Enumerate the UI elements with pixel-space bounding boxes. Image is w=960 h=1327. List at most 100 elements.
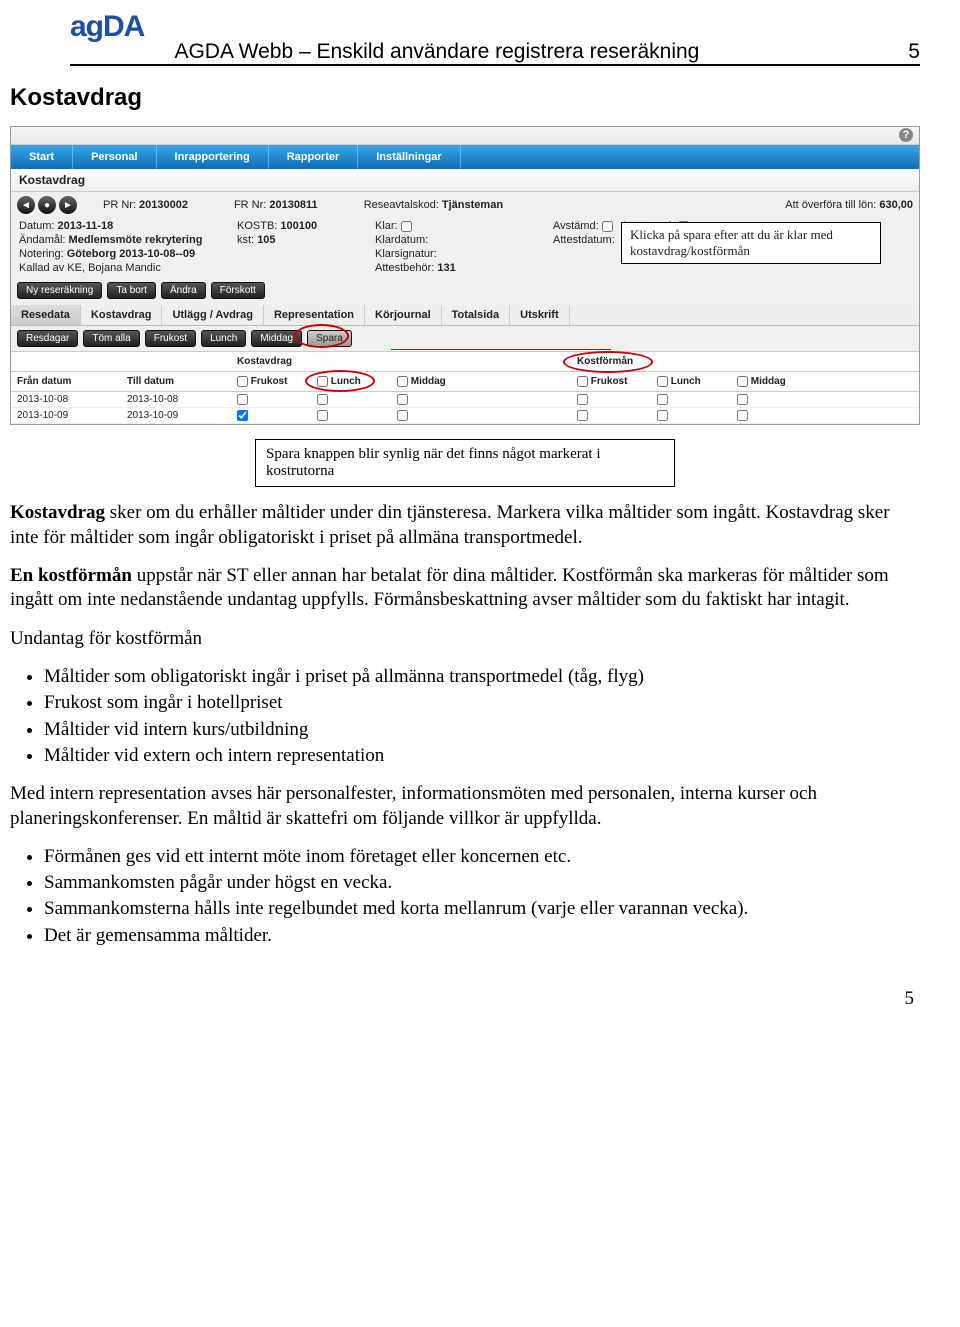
pr-nr-value: 20130002 bbox=[139, 199, 188, 211]
fr-nr-label: FR Nr: bbox=[234, 199, 266, 211]
row2-frukost1[interactable] bbox=[237, 410, 248, 421]
menu-start[interactable]: Start bbox=[11, 145, 73, 169]
list-item: Måltider vid extern och intern represent… bbox=[44, 744, 920, 768]
btn-frukost[interactable]: Frukost bbox=[145, 330, 196, 347]
table-row: 2013-10-08 2013-10-08 bbox=[11, 392, 919, 408]
p3: Undantag för kostförmån bbox=[10, 627, 920, 651]
hdr-cb-frukost2[interactable] bbox=[577, 376, 588, 387]
btn-tom-alla[interactable]: Töm alla bbox=[83, 330, 139, 347]
row1-middag2[interactable] bbox=[737, 394, 748, 405]
btn-andra[interactable]: Ändra bbox=[161, 282, 206, 299]
btn-lunch[interactable]: Lunch bbox=[201, 330, 246, 347]
logo: agDA bbox=[70, 10, 144, 44]
list-item: Måltider vid intern kurs/utbildning bbox=[44, 718, 920, 742]
row2-lunch2[interactable] bbox=[657, 410, 668, 421]
attestbehor-value: 131 bbox=[437, 262, 455, 274]
row2-middag2[interactable] bbox=[737, 410, 748, 421]
overfor-value: 630,00 bbox=[879, 199, 913, 211]
btn-ta-bort[interactable]: Ta bort bbox=[107, 282, 156, 299]
datum-label: Datum: bbox=[19, 220, 54, 232]
col-lunch2: Lunch bbox=[671, 376, 701, 387]
p4: Med intern representation avses här pers… bbox=[10, 782, 920, 831]
section-heading: Kostavdrag bbox=[10, 84, 920, 112]
list-item: Det är gemensamma måltider. bbox=[44, 924, 920, 948]
klarsignatur-label: Klarsignatur: bbox=[375, 248, 545, 260]
breadcrumb: Kostavdrag bbox=[11, 169, 919, 192]
btn-resdagar[interactable]: Resdagar bbox=[17, 330, 78, 347]
p1-bold: Kostavdrag bbox=[10, 502, 105, 523]
ul2: Förmånen ges vid ett internt möte inom f… bbox=[44, 845, 920, 948]
klar-checkbox[interactable] bbox=[401, 221, 412, 232]
window-topbar: ? bbox=[11, 127, 919, 145]
callout-spara: Klicka på spara efter att du är klar med… bbox=[621, 222, 881, 264]
list-item: Frukost som ingår i hotellpriset bbox=[44, 691, 920, 715]
kostb-value: 100100 bbox=[280, 220, 317, 232]
avtal-value: Tjänsteman bbox=[442, 199, 503, 211]
row1-lunch2[interactable] bbox=[657, 394, 668, 405]
nav-and-meta-row: ◄ ● ► PR Nr: 20130002 FR Nr: 20130811 Re… bbox=[11, 192, 919, 218]
pr-nr-label: PR Nr: bbox=[103, 199, 136, 211]
row2-to: 2013-10-09 bbox=[127, 410, 237, 421]
col-middag1: Middag bbox=[411, 376, 446, 387]
tab-bar: Resedata Kostavdrag Utlägg / Avdrag Repr… bbox=[11, 305, 919, 326]
group-kostavdrag: Kostavdrag bbox=[237, 356, 477, 367]
menu-rapporter[interactable]: Rapporter bbox=[269, 145, 359, 169]
row1-to: 2013-10-08 bbox=[127, 394, 237, 405]
p2-rest: uppstår när ST eller annan har betalat f… bbox=[10, 565, 889, 610]
list-item: Förmånen ges vid ett internt möte inom f… bbox=[44, 845, 920, 869]
annotation-line bbox=[391, 349, 611, 350]
hdr-cb-frukost1[interactable] bbox=[237, 376, 248, 387]
group-kostforman: Kostförmån bbox=[577, 356, 817, 367]
hdr-cb-middag2[interactable] bbox=[737, 376, 748, 387]
row1-lunch1[interactable] bbox=[317, 394, 328, 405]
tab-kostavdrag[interactable]: Kostavdrag bbox=[81, 305, 163, 325]
list-item: Sammankomsten pågår under högst en vecka… bbox=[44, 871, 920, 895]
andamal-label: Ändamål: bbox=[19, 234, 65, 246]
btn-ny-reserakning[interactable]: Ny reseräkning bbox=[17, 282, 102, 299]
tab-resedata[interactable]: Resedata bbox=[11, 305, 81, 325]
row2-lunch1[interactable] bbox=[317, 410, 328, 421]
row2-frukost2[interactable] bbox=[577, 410, 588, 421]
hdr-cb-middag1[interactable] bbox=[397, 376, 408, 387]
col-frukost1: Frukost bbox=[251, 376, 288, 387]
menu-installningar[interactable]: Inställningar bbox=[358, 145, 460, 169]
row1-frukost2[interactable] bbox=[577, 394, 588, 405]
p1-rest: sker om du erhåller måltider under din t… bbox=[10, 502, 890, 547]
nav-prev-icon[interactable]: ◄ bbox=[17, 196, 35, 214]
klardatum-label: Klardatum: bbox=[375, 234, 545, 246]
row2-middag1[interactable] bbox=[397, 410, 408, 421]
fr-nr-value: 20130811 bbox=[269, 199, 317, 211]
col-to: Till datum bbox=[127, 376, 237, 387]
menu-inrapportering[interactable]: Inrapportering bbox=[157, 145, 269, 169]
nav-current-icon[interactable]: ● bbox=[38, 196, 56, 214]
tab-representation[interactable]: Representation bbox=[264, 305, 365, 325]
btn-forskott[interactable]: Förskott bbox=[211, 282, 265, 299]
kst-value: 105 bbox=[257, 234, 275, 246]
tab-korjournal[interactable]: Körjournal bbox=[365, 305, 442, 325]
kst-label: kst: bbox=[237, 234, 254, 246]
tab-totalsida[interactable]: Totalsida bbox=[442, 305, 510, 325]
table-row: 2013-10-09 2013-10-09 bbox=[11, 408, 919, 424]
hdr-cb-lunch2[interactable] bbox=[657, 376, 668, 387]
doc-header-title: AGDA Webb – Enskild användare registrera… bbox=[174, 40, 699, 64]
avstamd-checkbox[interactable] bbox=[602, 221, 613, 232]
p2-bold: En kostförmån bbox=[10, 565, 132, 586]
klar-label: Klar: bbox=[375, 220, 398, 232]
app-screenshot: ? Start Personal Inrapportering Rapporte… bbox=[10, 126, 920, 425]
row2-from: 2013-10-09 bbox=[17, 410, 127, 421]
tab-utskrift[interactable]: Utskrift bbox=[510, 305, 570, 325]
annotation-kostforman-circle bbox=[563, 351, 653, 373]
datum-value: 2013-11-18 bbox=[58, 220, 114, 232]
caption-spara-visible: Spara knappen blir synlig när det finns … bbox=[255, 439, 675, 487]
row1-middag1[interactable] bbox=[397, 394, 408, 405]
annotation-lunch-circle bbox=[305, 370, 375, 392]
row1-frukost1[interactable] bbox=[237, 394, 248, 405]
andamal-value: Medlemsmöte rekrytering bbox=[69, 234, 203, 246]
tab-utlagg[interactable]: Utlägg / Avdrag bbox=[162, 305, 263, 325]
nav-next-icon[interactable]: ► bbox=[59, 196, 77, 214]
menu-personal[interactable]: Personal bbox=[73, 145, 156, 169]
avtal-label: Reseavtalskod: bbox=[364, 199, 439, 211]
main-menu: Start Personal Inrapportering Rapporter … bbox=[11, 145, 919, 169]
help-icon[interactable]: ? bbox=[899, 128, 913, 142]
attestbehor-label: Attestbehör: bbox=[375, 262, 434, 274]
